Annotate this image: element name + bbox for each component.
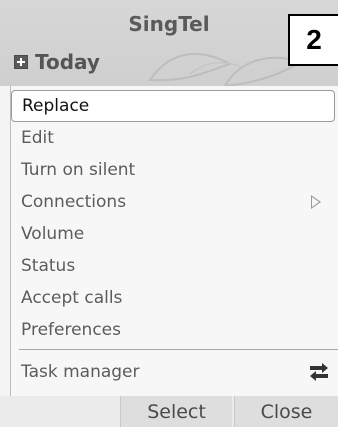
expand-plus-icon[interactable] — [14, 55, 28, 69]
menu-item-label: Status — [21, 256, 76, 276]
close-softkey[interactable]: Close — [234, 396, 338, 427]
menu-item-edit[interactable]: Edit — [11, 122, 335, 154]
menu-item-connections[interactable]: Connections — [11, 186, 335, 218]
menu-item-label: Connections — [21, 192, 127, 212]
softkey-bar: Select Close — [0, 396, 338, 427]
task-switch-icon — [310, 363, 328, 381]
menu-item-status[interactable]: Status — [11, 250, 335, 282]
menu-item-label: Accept calls — [21, 288, 123, 308]
menu-item-label: Preferences — [21, 320, 121, 340]
phone-screen: SingTel Today 2 Replace Edit Turn on sil… — [0, 0, 338, 427]
today-label: Today — [35, 50, 100, 74]
options-menu: Replace Edit Turn on silent Connections … — [10, 86, 338, 396]
menu-item-label: Task manager — [21, 362, 140, 382]
menu-item-label: Edit — [21, 128, 54, 148]
select-softkey[interactable]: Select — [120, 396, 232, 427]
submenu-arrow-icon — [311, 195, 321, 209]
menu-item-replace[interactable]: Replace — [11, 90, 335, 122]
menu-divider — [19, 349, 338, 350]
menu-item-turn-on-silent[interactable]: Turn on silent — [11, 154, 335, 186]
step-number-badge: 2 — [288, 14, 338, 66]
today-toggle[interactable]: Today — [14, 50, 100, 74]
menu-item-label: Replace — [22, 96, 90, 116]
menu-item-task-manager[interactable]: Task manager — [11, 356, 335, 388]
home-header: SingTel Today 2 — [0, 0, 338, 86]
menu-item-label: Turn on silent — [21, 160, 136, 180]
menu-item-preferences[interactable]: Preferences — [11, 314, 335, 346]
menu-item-accept-calls[interactable]: Accept calls — [11, 282, 335, 314]
menu-item-volume[interactable]: Volume — [11, 218, 335, 250]
menu-item-label: Volume — [21, 224, 85, 244]
